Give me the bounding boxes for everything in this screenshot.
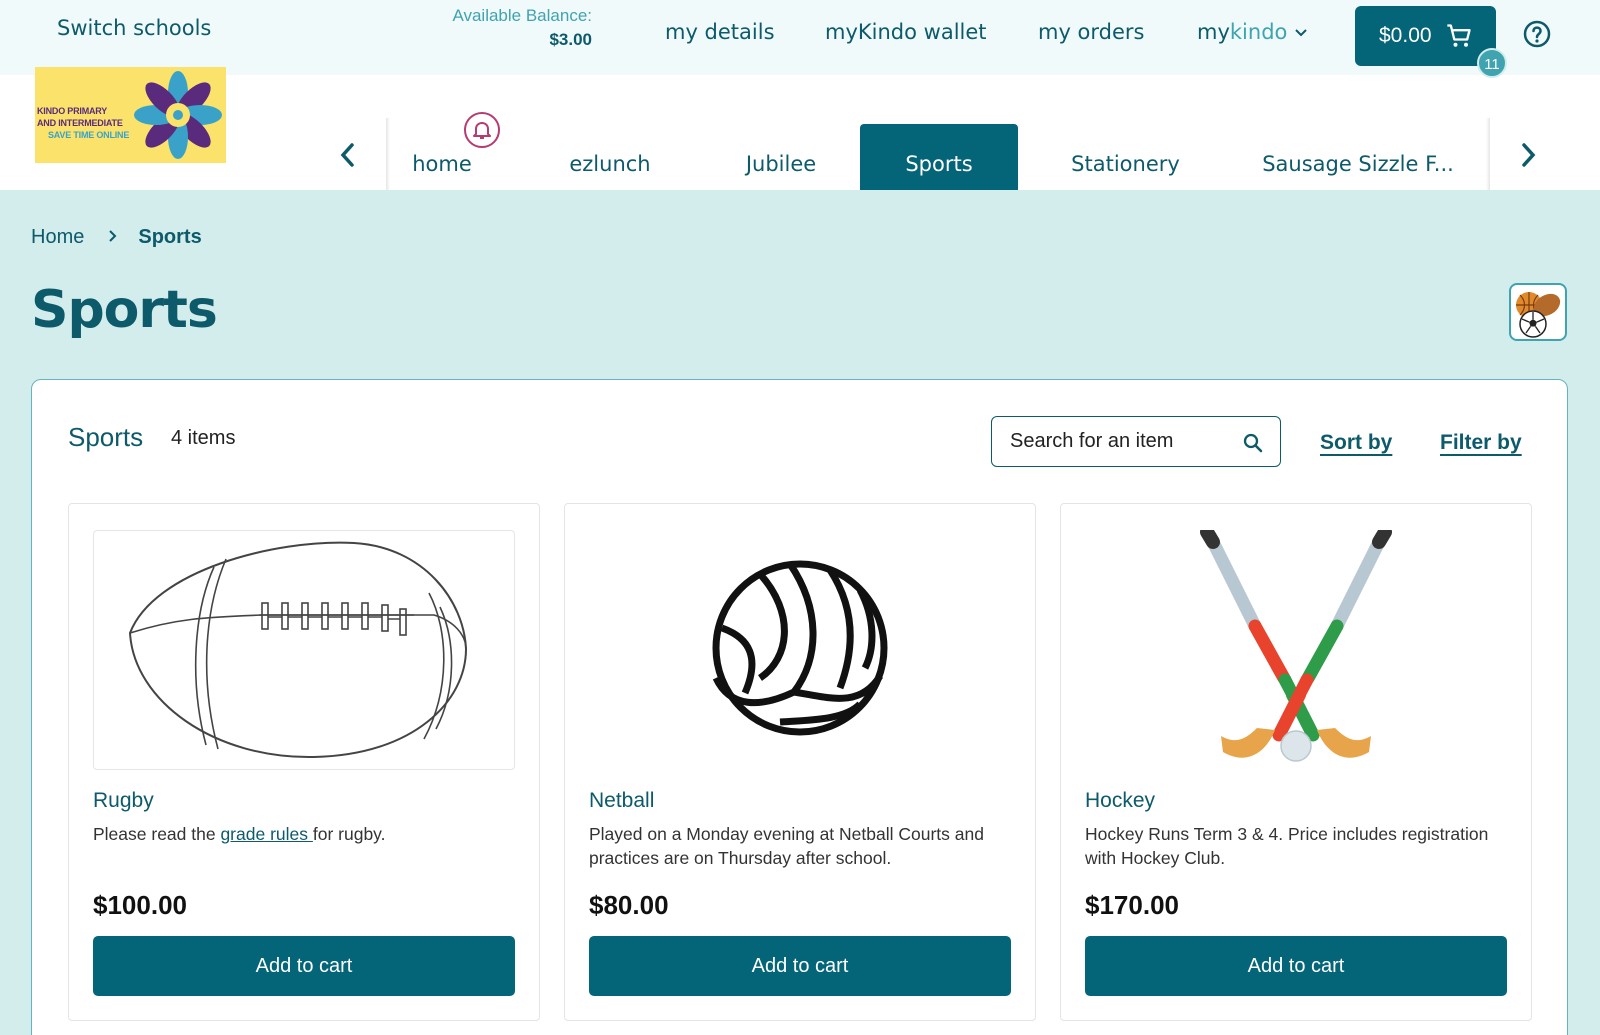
page-title: Sports <box>31 280 218 340</box>
tab-sports[interactable]: Sports <box>860 124 1018 190</box>
product-price: $170.00 <box>1085 890 1179 920</box>
balance-label: Available Balance: <box>452 6 592 25</box>
product-description: Played on a Monday evening at Netball Co… <box>589 824 984 868</box>
add-to-cart-button[interactable]: Add to cart <box>589 936 1011 996</box>
chevron-down-icon <box>1295 25 1308 41</box>
switch-schools-link[interactable]: Switch schools <box>57 16 211 40</box>
breadcrumb: Home Sports <box>31 226 202 249</box>
product-card-hockey: Hockey Hockey Runs Term 3 & 4. Price inc… <box>1060 503 1532 1021</box>
nav-next-arrow-icon[interactable] <box>1515 138 1541 172</box>
help-icon[interactable] <box>1523 20 1551 48</box>
grade-rules-link[interactable]: grade rules <box>220 824 312 844</box>
cart-count-badge: 11 <box>1477 48 1507 78</box>
netball-image[interactable] <box>589 530 1011 770</box>
tab-stationery[interactable]: Stationery <box>1028 124 1223 190</box>
search-input[interactable] <box>1010 430 1230 453</box>
flower-logo-icon <box>134 71 222 159</box>
desc-prefix: Please read the <box>93 824 221 844</box>
rugby-image[interactable] <box>93 530 515 770</box>
tab-sausage-sizzle[interactable]: Sausage Sizzle F... <box>1238 124 1478 190</box>
hockey-image[interactable] <box>1085 525 1507 770</box>
search-box <box>991 416 1281 467</box>
my-details-link[interactable]: my details <box>665 20 775 44</box>
balance-value: $3.00 <box>549 30 592 49</box>
panel-title: Sports <box>68 422 144 452</box>
hockey-sticks-icon <box>1200 525 1392 762</box>
product-card-rugby: Rugby Please read the grade rules for ru… <box>68 503 540 1021</box>
rugby-ball-icon <box>128 541 468 759</box>
tab-jubilee[interactable]: Jubilee <box>706 124 856 190</box>
available-balance: Available Balance: $3.00 <box>420 6 592 50</box>
product-name[interactable]: Rugby <box>93 789 154 813</box>
my-orders-link[interactable]: my orders <box>1038 20 1145 44</box>
add-to-cart-button[interactable]: Add to cart <box>93 936 515 996</box>
item-count: 4 items <box>171 427 236 449</box>
cart-icon <box>1447 24 1471 47</box>
search-icon[interactable] <box>1242 432 1264 454</box>
cart-button[interactable]: $0.00 <box>1355 6 1496 66</box>
product-name[interactable]: Netball <box>589 789 654 813</box>
notification-bell-button[interactable] <box>464 112 500 148</box>
sports-category-icon <box>1509 283 1567 341</box>
desc-suffix: for rugby. <box>312 824 386 844</box>
breadcrumb-home[interactable]: Home <box>31 226 84 248</box>
breadcrumb-current: Sports <box>138 226 202 248</box>
nav-prev-arrow-icon[interactable] <box>335 138 361 172</box>
mykindo-prefix: my <box>1197 20 1230 44</box>
product-description: Please read the grade rules for rugby. <box>93 822 517 846</box>
cart-total: $0.00 <box>1379 24 1432 47</box>
logo-line-1: KINDO PRIMARY <box>37 106 108 116</box>
product-name[interactable]: Hockey <box>1085 789 1155 813</box>
add-to-cart-button[interactable]: Add to cart <box>1085 936 1507 996</box>
mykindo-suffix: kindo <box>1229 20 1288 44</box>
mykindo-wallet-link[interactable]: myKindo wallet <box>825 20 987 44</box>
category-tabs: home ezlunch Jubilee Sports Stationery S… <box>388 124 1490 190</box>
product-card-netball: Netball Played on a Monday evening at Ne… <box>564 503 1036 1021</box>
filter-by-button[interactable]: Filter by <box>1440 431 1522 455</box>
logo-line-3: SAVE TIME ONLINE <box>48 130 130 140</box>
product-price: $80.00 <box>589 890 669 920</box>
netball-icon <box>712 560 888 736</box>
school-logo[interactable]: KINDO PRIMARY AND INTERMEDIATE SAVE TIME… <box>35 67 226 163</box>
chevron-right-icon <box>108 227 118 248</box>
bell-icon <box>473 122 491 139</box>
site-header: Switch schools Available Balance: $3.00 … <box>0 0 1600 190</box>
product-description: Hockey Runs Term 3 & 4. Price includes r… <box>1085 824 1489 868</box>
logo-text: KINDO PRIMARY AND INTERMEDIATE SAVE TIME… <box>37 105 129 141</box>
tab-ezlunch[interactable]: ezlunch <box>535 124 685 190</box>
mykindo-menu[interactable]: mykindo <box>1197 20 1308 44</box>
sort-by-button[interactable]: Sort by <box>1320 431 1392 455</box>
logo-line-2: AND INTERMEDIATE <box>37 118 123 128</box>
product-price: $100.00 <box>93 890 187 920</box>
